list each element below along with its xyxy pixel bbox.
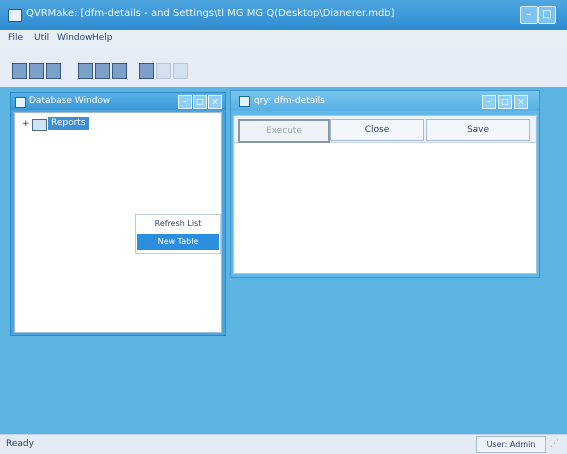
query-panel: Execute Close Save [233, 115, 537, 274]
title-bar: QVRMake: [dfm-details - and Settings\tl … [0, 0, 567, 30]
report-icon[interactable] [139, 63, 154, 79]
menu-bar: File Util Window Help [0, 30, 567, 47]
query-window-titlebar[interactable]: qry: dfm-details – □ × [231, 91, 539, 111]
database-window-title: Database Window [29, 96, 111, 106]
menu-util[interactable]: Util [34, 33, 49, 43]
form-icon[interactable] [112, 63, 127, 79]
open-icon[interactable] [29, 63, 44, 79]
query-window: qry: dfm-details – □ × Execute Close Sav… [230, 90, 540, 278]
save-button[interactable]: Save [426, 119, 530, 141]
table-icon[interactable] [78, 63, 93, 79]
query-button-bar: Execute Close Save [234, 116, 536, 143]
maximize-icon[interactable]: □ [498, 95, 512, 109]
close-button[interactable]: Close [330, 119, 424, 141]
folder-icon [32, 119, 47, 131]
tree-node-reports[interactable]: Reports [48, 117, 89, 130]
context-menu-item-refresh[interactable]: Refresh List [136, 217, 220, 231]
copy-icon[interactable] [173, 63, 188, 79]
query-icon [239, 96, 250, 107]
database-tree-panel: + Reports Refresh List New Table [14, 112, 222, 333]
new-icon[interactable] [12, 63, 27, 79]
execute-button[interactable]: Execute [238, 119, 330, 143]
context-menu: Refresh List New Table [135, 214, 221, 254]
app-icon [8, 9, 22, 22]
status-user-panel: User: Admin [476, 436, 546, 453]
maximize-icon[interactable]: □ [193, 95, 207, 109]
database-window-titlebar[interactable]: Database Window – □ × [11, 93, 225, 110]
menu-window[interactable]: Window [57, 33, 93, 43]
database-icon [15, 97, 26, 108]
status-text: Ready [6, 439, 34, 449]
menu-file[interactable]: File [8, 33, 23, 43]
context-menu-item-new-table[interactable]: New Table [137, 234, 219, 250]
menu-help[interactable]: Help [92, 33, 113, 43]
close-icon[interactable]: × [514, 95, 528, 109]
minimize-icon[interactable]: – [482, 95, 496, 109]
status-bar: Ready User: Admin ⋰ [0, 434, 567, 454]
maximize-icon[interactable]: □ [538, 6, 556, 24]
window-title: QVRMake: [dfm-details - and Settings\tl … [26, 8, 395, 19]
resize-grip-icon[interactable]: ⋰ [550, 439, 560, 449]
tree-expander[interactable]: + [22, 119, 30, 129]
query-window-title: qry: dfm-details [254, 96, 325, 106]
save-icon[interactable] [46, 63, 61, 79]
application-window: QVRMake: [dfm-details - and Settings\tl … [0, 0, 567, 454]
minimize-icon[interactable]: – [178, 95, 192, 109]
database-window: Database Window – □ × + Reports Refresh … [10, 92, 226, 336]
query-icon[interactable] [95, 63, 110, 79]
close-icon[interactable]: × [208, 95, 222, 109]
cut-icon[interactable] [156, 63, 171, 79]
minimize-icon[interactable]: – [520, 6, 538, 24]
